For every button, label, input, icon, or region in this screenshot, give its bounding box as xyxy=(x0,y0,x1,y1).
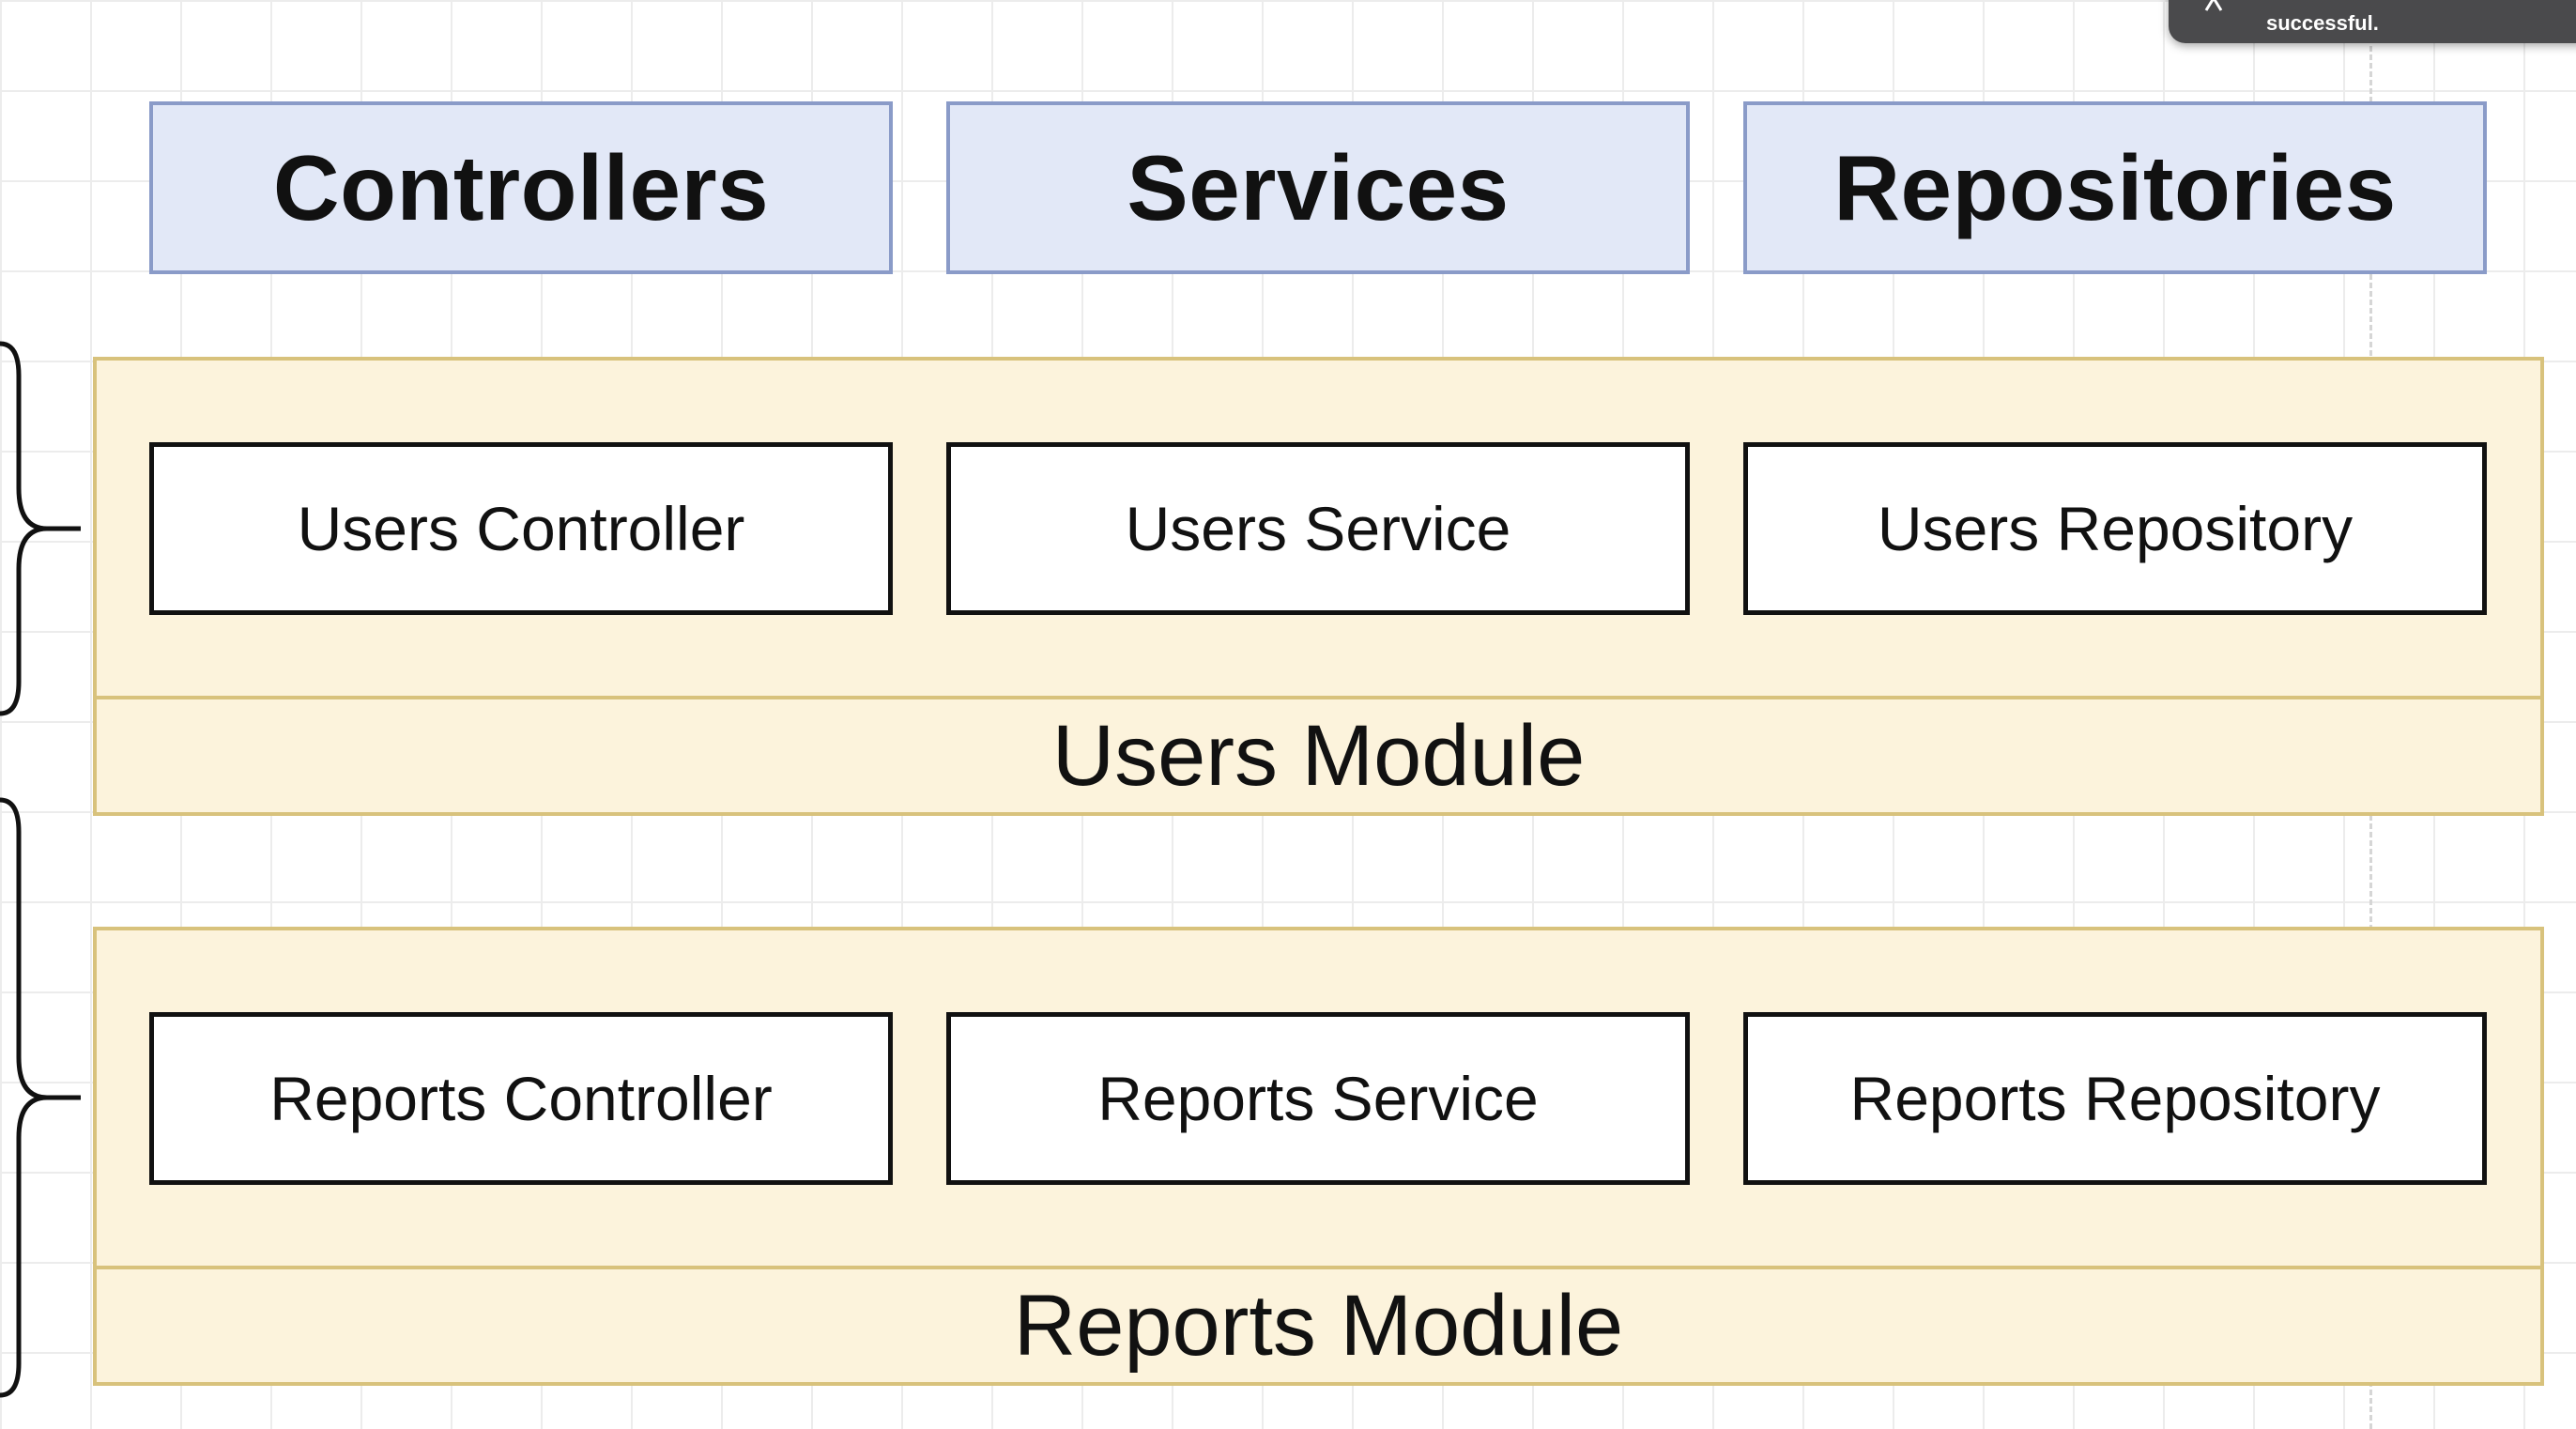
reports-repository-box: Reports Repository xyxy=(1743,1012,2487,1185)
module-title: Reports Module xyxy=(1013,1277,1624,1374)
layer-header-controllers: Controllers xyxy=(149,101,893,274)
users-brace xyxy=(0,341,81,716)
notification-text: successful. xyxy=(2266,11,2379,35)
layer-header-label: Repositories xyxy=(1833,135,2397,239)
layer-header-label: Controllers xyxy=(272,135,770,239)
users-controller-box: Users Controller xyxy=(149,442,893,615)
module-footer: Users Module xyxy=(97,696,2540,812)
notification-toast[interactable]: successful. xyxy=(2169,0,2576,43)
item-label: Reports Repository xyxy=(1849,1064,2381,1133)
star-icon xyxy=(2204,0,2223,11)
item-label: Reports Service xyxy=(1097,1064,1539,1133)
reports-controller-box: Reports Controller xyxy=(149,1012,893,1185)
item-label: Users Controller xyxy=(297,494,745,563)
module-footer: Reports Module xyxy=(97,1266,2540,1382)
reports-brace xyxy=(0,797,81,1398)
item-label: Reports Controller xyxy=(269,1064,773,1133)
users-repository-box: Users Repository xyxy=(1743,442,2487,615)
reports-service-box: Reports Service xyxy=(946,1012,1690,1185)
item-label: Users Repository xyxy=(1877,494,2354,563)
module-title: Users Module xyxy=(1051,707,1586,804)
layer-header-services: Services xyxy=(946,101,1690,274)
layer-header-label: Services xyxy=(1127,135,1510,239)
brace-icon xyxy=(0,341,81,1398)
diagram-canvas: Controllers Services Repositories Users … xyxy=(0,0,2576,1429)
layer-header-repositories: Repositories xyxy=(1743,101,2487,274)
users-service-box: Users Service xyxy=(946,442,1690,615)
item-label: Users Service xyxy=(1125,494,1511,563)
